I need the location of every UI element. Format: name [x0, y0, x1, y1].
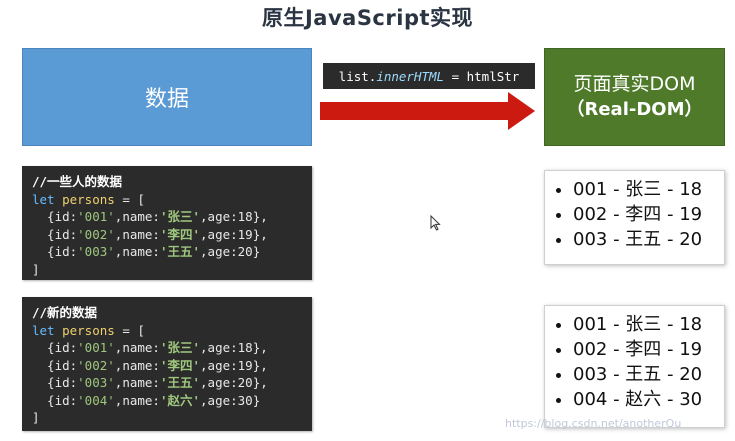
- code-line-person: {id:'004',name:'赵六',age:30}: [32, 392, 261, 408]
- code-line-person: {id:'001',name:'张三',age:18},: [32, 209, 268, 224]
- code-id-value: '002': [77, 226, 115, 242]
- list-item: 001 - 张三 - 18: [573, 312, 714, 337]
- list-item: 003 - 王五 - 20: [573, 362, 714, 387]
- code-name-value: '赵六': [159, 392, 201, 408]
- right-arrow-icon: [320, 92, 535, 130]
- code-name-value: '李四': [159, 226, 201, 242]
- dom-list-new: 001 - 张三 - 18002 - 李四 - 19003 - 王五 - 200…: [544, 305, 725, 428]
- code-line-declaration: let persons = [: [32, 322, 145, 338]
- code-id-value: '001': [77, 209, 115, 224]
- code-label-left: list.: [338, 68, 377, 84]
- list-initial-items: 001 - 张三 - 18002 - 李四 - 19003 - 王五 - 20: [555, 177, 714, 252]
- mouse-cursor-icon: [430, 215, 441, 231]
- code-name-value: '王五': [159, 244, 201, 259]
- list-item: 002 - 李四 - 19: [573, 337, 714, 362]
- code-line-declaration: let persons = [: [32, 191, 145, 207]
- code-keyword: let: [32, 322, 55, 338]
- list-item: 004 - 赵六 - 30: [573, 387, 714, 412]
- code-block-new-data: //新的数据 let persons = [ {id:'001',name:'张三…: [22, 297, 312, 431]
- code-id-value: '004': [77, 392, 115, 408]
- code-label-right: = htmlStr: [444, 68, 520, 84]
- real-dom-box: 页面真实DOM （Real-DOM）: [544, 48, 725, 146]
- list-item: 002 - 李四 - 19: [573, 202, 714, 227]
- code-label-keyword: innerHTML: [376, 68, 445, 84]
- code-name-value: '张三': [159, 340, 201, 355]
- real-dom-line1: 页面真实DOM: [573, 73, 696, 95]
- diagram-title: 原生JavaScript实现: [261, 6, 474, 30]
- code-id-value: '003': [77, 375, 115, 390]
- code-keyword: let: [32, 191, 55, 207]
- code-id-value: '002': [77, 357, 115, 373]
- code-line-close: ]: [32, 261, 40, 277]
- code-identifier: persons: [62, 322, 115, 338]
- code-id-value: '001': [77, 340, 115, 355]
- code-name-value: '王五': [159, 375, 201, 390]
- code-line-person: {id:'003',name:'王五',age:20},: [32, 375, 268, 390]
- code-comment: //一些人的数据: [32, 174, 123, 189]
- data-box-label: 数据: [144, 87, 189, 112]
- watermark-text: https://blog.csdn.net/anotherQu: [505, 417, 682, 430]
- code-line-person: {id:'001',name:'张三',age:18},: [32, 340, 268, 355]
- code-line-close: ]: [32, 410, 40, 425]
- arrow-shape: [320, 92, 535, 130]
- code-block-initial-data: //一些人的数据 let persons = [ {id:'001',name:'…: [22, 166, 312, 280]
- code-name-value: '李四': [159, 357, 201, 373]
- code-line-person: {id:'002',name:'李四',age:19},: [32, 357, 268, 373]
- code-line-comment: //新的数据: [32, 304, 302, 322]
- code-name-value: '张三': [159, 209, 201, 224]
- real-dom-line2: （Real-DOM）: [566, 99, 703, 120]
- code-line-person: {id:'002',name:'李四',age:19},: [32, 226, 268, 242]
- code-line-comment: //一些人的数据: [32, 173, 302, 191]
- code-id-value: '003': [77, 244, 115, 259]
- code-identifier: persons: [62, 191, 115, 207]
- code-comment: //新的数据: [32, 305, 98, 320]
- code-line-person: {id:'003',name:'王五',age:20}: [32, 244, 261, 259]
- list-item: 003 - 王五 - 20: [573, 227, 714, 252]
- list-new-items: 001 - 张三 - 18002 - 李四 - 19003 - 王五 - 200…: [555, 312, 714, 412]
- dom-list-initial: 001 - 张三 - 18002 - 李四 - 19003 - 王五 - 20: [544, 170, 725, 265]
- inner-html-code-label: list. innerHTML = htmlStr: [323, 63, 535, 89]
- data-box: 数据: [22, 48, 312, 146]
- list-item: 001 - 张三 - 18: [573, 177, 714, 202]
